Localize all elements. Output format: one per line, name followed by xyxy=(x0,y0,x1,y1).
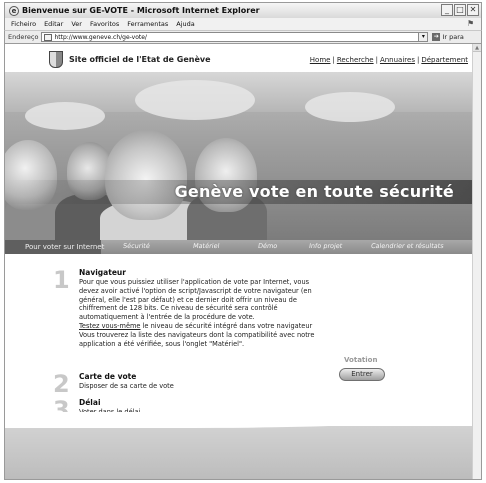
step-body: Pour que vous puissiez utiliser l'applic… xyxy=(79,278,319,348)
hero-slogan: Genève vote en toute sécurité xyxy=(174,182,454,201)
nav-tab-calendrier[interactable]: Calendrier et résultats xyxy=(370,242,444,250)
nav-tab-label: Calendrier et résultats xyxy=(370,242,445,250)
window-titlebar: e Bienvenue sur GE-VOTE - Microsoft Inte… xyxy=(4,2,482,18)
nav-tab-info-projet[interactable]: Info projet xyxy=(308,242,342,250)
site-title: Site officiel de l'Etat de Genève xyxy=(69,55,211,64)
link-recherche[interactable]: Recherche xyxy=(337,56,374,64)
step-number: 2 xyxy=(53,370,70,398)
site-header: Site officiel de l'Etat de Genève Home | R… xyxy=(5,44,474,72)
step-title: Délai xyxy=(79,398,101,407)
nav-tab-label: Matériel xyxy=(192,242,220,250)
minimize-button[interactable]: _ xyxy=(441,4,453,16)
link-home[interactable]: Home xyxy=(310,56,331,64)
enter-vote-button[interactable]: Entrer xyxy=(339,368,385,381)
hero-banner: Genève vote en toute sécurité xyxy=(5,72,474,240)
nav-tab-label: Démo xyxy=(257,242,278,250)
top-links: Home | Recherche | Annuaires | Département xyxy=(310,56,468,64)
menu-editar[interactable]: Editar xyxy=(44,20,63,28)
page-footer xyxy=(5,412,474,479)
window-controls: _ □ ✕ xyxy=(441,4,479,16)
go-arrow-icon: ➔ xyxy=(432,33,441,41)
menu-bar: Ficheiro Editar Ver Favoritos Ferramenta… xyxy=(4,18,482,30)
link-departement[interactable]: Département xyxy=(421,56,468,64)
web-page: Site officiel de l'Etat de Genève Home | R… xyxy=(5,44,474,479)
menu-favoritos[interactable]: Favoritos xyxy=(90,20,119,28)
test-yourself-link[interactable]: Testez vous-même xyxy=(79,322,141,330)
step-title: Carte de vote xyxy=(79,372,137,381)
nav-tab-label: Info projet xyxy=(308,242,343,250)
hero-cloud xyxy=(25,102,105,130)
go-button[interactable]: ➔ Ir para xyxy=(432,33,464,41)
page-icon xyxy=(44,33,53,41)
votation-label: Votation xyxy=(344,356,378,364)
go-label: Ir para xyxy=(442,33,464,41)
nav-tab-securite[interactable]: Sécurité xyxy=(122,242,150,250)
maximize-button[interactable]: □ xyxy=(454,4,466,16)
address-value: http://www.geneve.ch/ge-vote/ xyxy=(54,33,147,41)
step-body: Disposer de sa carte de vote xyxy=(79,382,174,390)
step-title: Navigateur xyxy=(79,268,126,277)
menu-ajuda[interactable]: Ajuda xyxy=(176,20,194,28)
nav-tab-label: Sécurité xyxy=(122,242,151,250)
step-text: Vous trouverez la liste des navigateurs … xyxy=(79,330,315,348)
link-separator: | xyxy=(332,56,335,64)
nav-band: Pour voter sur Internet Sécurité Matérie… xyxy=(5,240,474,254)
vertical-scrollbar[interactable]: ▲ xyxy=(472,44,481,479)
nav-tab-demo[interactable]: Démo xyxy=(257,242,277,250)
ie-icon: e xyxy=(9,5,19,16)
hero-cloud xyxy=(305,92,395,122)
person-woman xyxy=(105,130,187,220)
nav-active-pour-voter[interactable]: Pour voter sur Internet xyxy=(5,240,104,254)
window-title: Bienvenue sur GE-VOTE - Microsoft Intern… xyxy=(22,6,260,15)
close-button[interactable]: ✕ xyxy=(467,4,479,16)
address-dropdown-icon[interactable]: ▾ xyxy=(418,33,428,41)
footer-curve xyxy=(5,412,474,428)
address-bar: Endereço http://www.geneve.ch/ge-vote/ ▾… xyxy=(4,30,482,44)
hero-cloud xyxy=(135,80,255,120)
link-separator: | xyxy=(416,56,420,64)
browser-viewport: Site officiel de l'Etat de Genève Home | R… xyxy=(4,44,482,480)
main-content: 1 Navigateur Pour que vous puissiez util… xyxy=(5,254,474,426)
menu-ferramentas[interactable]: Ferramentas xyxy=(127,20,168,28)
step-carte-de-vote: 2 Carte de vote Disposer de sa carte de … xyxy=(53,370,323,398)
address-input[interactable]: http://www.geneve.ch/ge-vote/ ▾ xyxy=(41,32,429,42)
step-text: Pour que vous puissiez utiliser l'applic… xyxy=(79,278,312,322)
windows-logo-icon: ⚑ xyxy=(467,19,475,28)
nav-tab-materiel[interactable]: Matériel xyxy=(192,242,220,250)
step-text: le niveau de sécurité intégré dans votre… xyxy=(140,321,313,330)
address-label: Endereço xyxy=(8,33,39,41)
scroll-up-icon[interactable]: ▲ xyxy=(473,44,481,52)
step-number: 1 xyxy=(53,266,70,294)
menu-ver[interactable]: Ver xyxy=(71,20,82,28)
menu-ficheiro[interactable]: Ficheiro xyxy=(11,20,36,28)
link-separator: | xyxy=(375,56,378,64)
step-navigateur: 1 Navigateur Pour que vous puissiez util… xyxy=(53,268,323,348)
geneva-coat-of-arms-icon xyxy=(49,51,63,68)
link-annuaires[interactable]: Annuaires xyxy=(380,56,415,64)
